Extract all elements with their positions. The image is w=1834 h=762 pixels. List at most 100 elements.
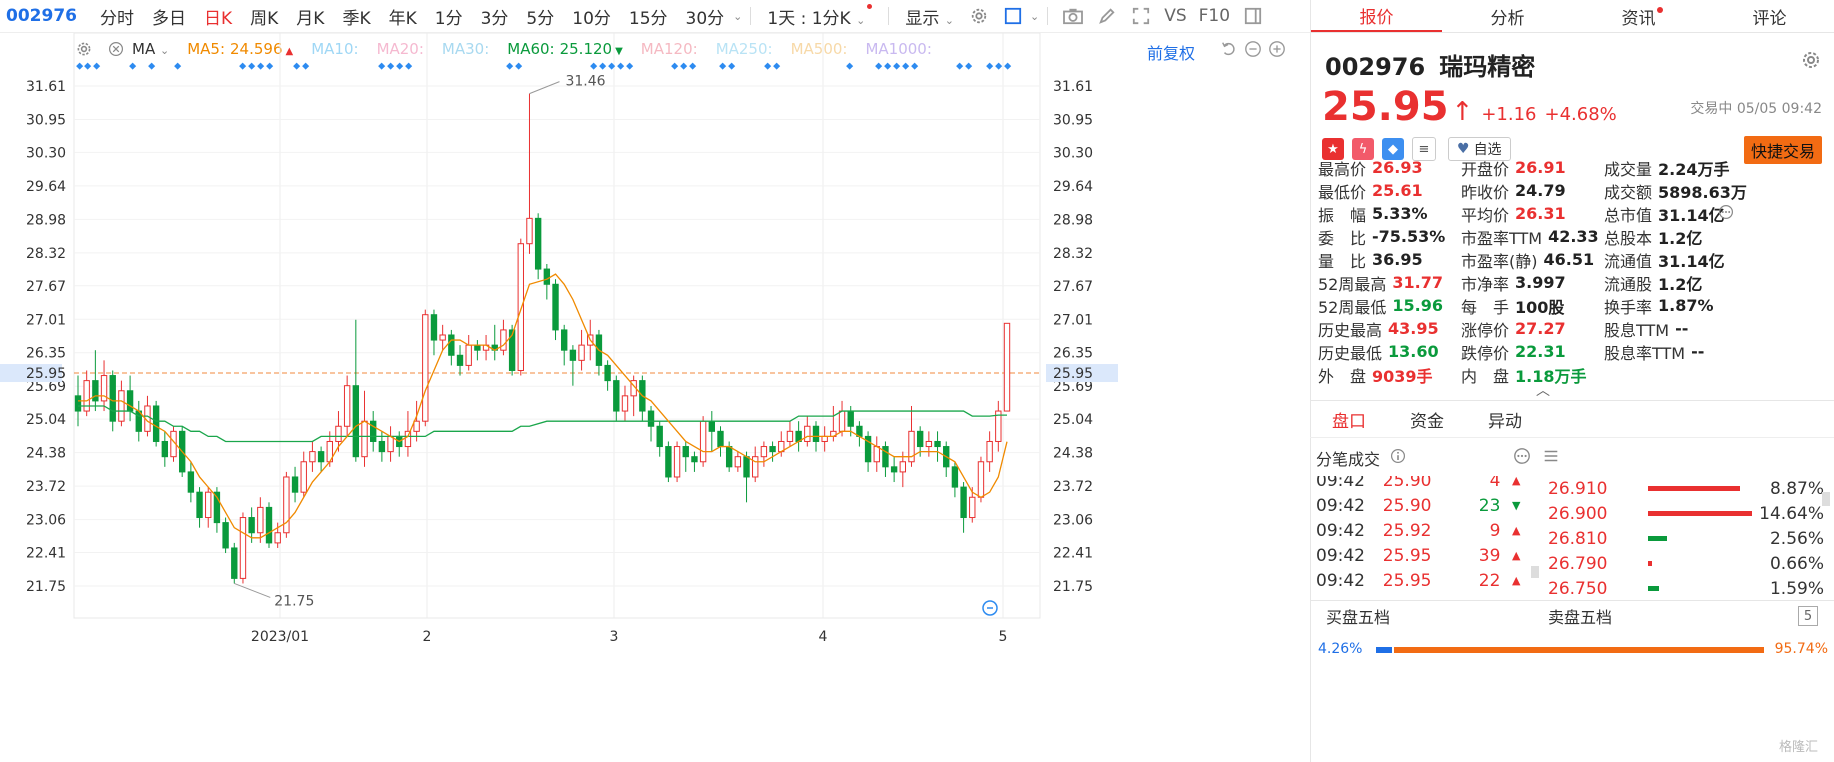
period-tab[interactable]: 周K xyxy=(241,4,287,29)
more-icon[interactable] xyxy=(1718,204,1734,224)
event-marker-icon[interactable] xyxy=(965,62,973,70)
quote-field: 量 比 36.95 xyxy=(1318,248,1423,271)
book-depth-toggle[interactable]: 5 xyxy=(1798,606,1818,626)
period-tab[interactable]: 月K xyxy=(287,4,333,29)
event-marker-icon[interactable] xyxy=(719,62,727,70)
event-marker-icon[interactable] xyxy=(84,62,92,70)
sub-tab[interactable]: 资金 xyxy=(1388,401,1466,437)
event-marker-icon[interactable] xyxy=(599,62,607,70)
event-marker-icon[interactable] xyxy=(956,62,964,70)
fullscreen-icon[interactable] xyxy=(1129,4,1153,28)
event-marker-icon[interactable] xyxy=(728,62,736,70)
event-marker-icon[interactable] xyxy=(1004,62,1012,70)
period-tab[interactable]: 多日 xyxy=(143,4,195,29)
panel-tab[interactable]: 分析 xyxy=(1442,0,1573,32)
candle-body xyxy=(569,349,577,361)
event-marker-icon[interactable] xyxy=(239,62,247,70)
tick-scrollbar[interactable] xyxy=(1531,566,1539,578)
event-marker-icon[interactable] xyxy=(148,62,156,70)
event-marker-icon[interactable] xyxy=(387,62,395,70)
pencil-icon[interactable] xyxy=(1095,4,1119,28)
list-menu-icon[interactable] xyxy=(1542,447,1560,469)
event-marker-icon[interactable] xyxy=(590,62,598,70)
event-marker-icon[interactable] xyxy=(257,62,265,70)
period-tab[interactable]: 10分 xyxy=(563,4,620,29)
settings-gear-icon[interactable] xyxy=(1801,50,1821,74)
chevron-down-icon[interactable]: ⌄ xyxy=(1030,10,1039,23)
event-marker-icon[interactable] xyxy=(93,62,101,70)
period-tab[interactable]: 5分 xyxy=(517,4,563,29)
period-tab[interactable]: 年K xyxy=(380,4,426,29)
layout-box-icon[interactable] xyxy=(1001,4,1025,28)
event-marker-icon[interactable] xyxy=(302,62,310,70)
sub-tab[interactable]: 异动 xyxy=(1466,401,1544,437)
event-marker-icon[interactable] xyxy=(846,62,854,70)
candle-body xyxy=(205,491,212,519)
event-marker-icon[interactable] xyxy=(378,62,386,70)
tick-list[interactable]: 09:42 25.90 4 ▲ 09:42 25.90 23 ▼ 09:42 25.92 9 ▲ 09:… xyxy=(1316,476,1532,594)
period-tab[interactable]: 季K xyxy=(333,4,379,29)
event-marker-icon[interactable] xyxy=(405,62,413,70)
price-distribution[interactable]: 26.910 8.87% 26.900 14.64% 26.810 2.56% 26.790… xyxy=(1548,476,1834,595)
panel-tab[interactable]: 评论 xyxy=(1704,0,1834,32)
event-marker-icon[interactable] xyxy=(764,62,772,70)
f10-button[interactable]: F10 xyxy=(1193,6,1236,26)
panel-tab[interactable]: 报价 xyxy=(1311,0,1442,32)
interval-dropdown[interactable]: 1天 : 1分K ⌄ xyxy=(759,3,880,29)
chevron-down-icon[interactable]: ⌄ xyxy=(733,10,742,23)
event-marker-icon[interactable] xyxy=(396,62,404,70)
event-marker-icon[interactable] xyxy=(893,62,901,70)
sub-tab[interactable]: 盘口 xyxy=(1310,401,1388,437)
quick-trade-button[interactable]: 快捷交易 xyxy=(1743,136,1822,164)
event-marker-icon[interactable] xyxy=(995,62,1003,70)
event-marker-icon[interactable] xyxy=(617,62,625,70)
event-marker-icon[interactable] xyxy=(129,62,137,70)
event-marker-icon[interactable] xyxy=(875,62,883,70)
divider xyxy=(750,7,752,25)
event-marker-icon[interactable] xyxy=(911,62,919,70)
dist-scrollbar[interactable] xyxy=(1822,492,1830,506)
candle-body xyxy=(309,451,316,463)
vs-compare-button[interactable]: VS xyxy=(1158,6,1192,26)
camera-icon[interactable] xyxy=(1061,4,1085,28)
notification-dot-icon xyxy=(867,3,873,9)
event-marker-icon[interactable] xyxy=(506,62,514,70)
candle-body xyxy=(673,446,681,478)
event-marker-icon[interactable] xyxy=(293,62,301,70)
event-marker-icon[interactable] xyxy=(773,62,781,70)
kline-chart[interactable]: 31.61 31.61 30.95 30.95 30.30 30.30 29.64 29.64… xyxy=(0,33,1310,762)
event-marker-icon[interactable] xyxy=(884,62,892,70)
y-tick-label-left: 21.75 xyxy=(26,579,66,595)
display-dropdown[interactable]: 显示 ⌄ xyxy=(897,4,962,29)
event-marker-icon[interactable] xyxy=(689,62,697,70)
sidebar-toggle-icon[interactable] xyxy=(1241,4,1265,28)
stock-code-tab[interactable]: 002976 xyxy=(0,6,91,26)
event-marker-icon[interactable] xyxy=(671,62,679,70)
period-tab[interactable]: 15分 xyxy=(620,4,677,29)
period-tab[interactable]: 分时 xyxy=(91,4,143,29)
up-triangle-icon: ▲ xyxy=(1511,549,1521,562)
period-tab[interactable]: 3分 xyxy=(472,4,518,29)
event-marker-icon[interactable] xyxy=(76,62,84,70)
event-marker-icon[interactable] xyxy=(902,62,910,70)
candle-body xyxy=(265,506,273,544)
panel-tab[interactable]: 资讯 xyxy=(1573,0,1704,32)
candle-body xyxy=(465,344,472,366)
event-marker-icon[interactable] xyxy=(680,62,688,70)
settings-gear-icon[interactable] xyxy=(967,4,991,28)
period-tab[interactable]: 日K xyxy=(195,4,241,29)
divider xyxy=(1047,7,1049,25)
event-marker-icon[interactable] xyxy=(626,62,634,70)
more-icon[interactable] xyxy=(1513,447,1531,469)
period-tab[interactable]: 30分 xyxy=(677,4,734,29)
event-marker-icon[interactable] xyxy=(515,62,523,70)
tick-time: 09:42 xyxy=(1316,520,1365,541)
info-icon[interactable] xyxy=(1390,448,1406,468)
event-marker-icon[interactable] xyxy=(986,62,994,70)
y-tick-label-right: 28.98 xyxy=(1053,212,1093,228)
event-marker-icon[interactable] xyxy=(266,62,274,70)
event-marker-icon[interactable] xyxy=(174,62,182,70)
event-marker-icon[interactable] xyxy=(248,62,256,70)
collapse-chevron-icon[interactable]: ︿ xyxy=(1536,380,1550,400)
period-tab[interactable]: 1分 xyxy=(426,4,472,29)
